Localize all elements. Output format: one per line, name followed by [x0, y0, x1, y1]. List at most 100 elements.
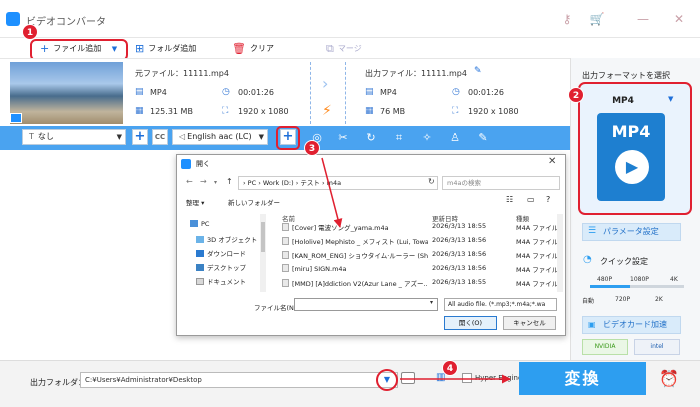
tree-item-pc[interactable]: PC: [190, 220, 209, 228]
dialog-close-icon[interactable]: ✕: [548, 156, 556, 167]
file-row-date: 2026/3/13 18:55: [432, 278, 487, 286]
alarm-clock-icon[interactable]: ⏰: [659, 369, 679, 388]
output-folder-dropdown[interactable]: ▼: [376, 369, 398, 391]
crop-icon[interactable]: ⌗: [392, 131, 406, 145]
video-thumbnail[interactable]: [10, 62, 123, 124]
step-badge-2: 2: [568, 87, 584, 103]
file-size-icon: ▦: [365, 106, 374, 116]
chevron-down-icon[interactable]: ▾: [430, 299, 433, 306]
minimize-button[interactable]: —: [632, 10, 654, 28]
folder-plus-icon: ⊞: [135, 42, 145, 55]
open-button[interactable]: 開く(O): [444, 316, 497, 330]
tree-item-3d-objects[interactable]: 3D オブジェクト: [196, 234, 257, 244]
file-row-name[interactable]: [MMD] [A]ddiction V2(Azur Lane _ アズー...: [282, 278, 428, 288]
parameter-settings-button[interactable]: パラメータ設定: [582, 223, 681, 241]
organize-button[interactable]: 整理 ▾: [186, 197, 204, 207]
gpu-icon: ▣: [588, 320, 596, 329]
quick-settings-label: クイック設定: [600, 257, 648, 266]
chevron-down-icon[interactable]: ▾: [214, 179, 217, 186]
audio-file-icon: [282, 279, 289, 287]
file-type-select[interactable]: All audio file. (*.mp3;*.m4a;*.wa: [444, 298, 557, 311]
play-icon: ▶: [615, 150, 649, 184]
merge-button[interactable]: ⧉ マージ: [326, 41, 362, 57]
folder-icon[interactable]: [401, 372, 415, 384]
preview-pane-icon[interactable]: ▭: [527, 195, 535, 204]
document-icon: [196, 278, 204, 285]
app-title: ビデオコンバータ: [26, 17, 106, 28]
navigation-tree: PC 3D オブジェクト ダウンロード デスクトップ ドキュメント: [180, 214, 260, 294]
up-arrow-icon[interactable]: ↑: [226, 177, 233, 186]
source-size: 125.31 MB: [150, 107, 193, 116]
quality-tick-label: 480P: [597, 276, 613, 283]
file-row-name[interactable]: [miru] SIGN.m4a: [282, 264, 428, 273]
gpu-acceleration-button[interactable]: ビデオカード加速: [582, 316, 681, 334]
tree-item-documents[interactable]: ドキュメント: [196, 276, 246, 286]
file-row-name[interactable]: [Cover] 電波ソング_yama.m4a: [282, 222, 428, 232]
file-row-type: M4A ファイル: [516, 266, 559, 274]
view-options-icon[interactable]: ☷: [506, 195, 513, 204]
quality-tick-label: 自動: [582, 298, 595, 305]
back-arrow-icon[interactable]: ←: [186, 177, 193, 186]
plus-icon: +: [40, 42, 50, 55]
tree-item-downloads[interactable]: ダウンロード: [196, 248, 246, 258]
output-format: MP4: [380, 88, 397, 97]
quick-settings-icon: ◔: [583, 254, 592, 265]
magic-wand-icon[interactable]: ✧: [420, 131, 434, 145]
audio-track-select[interactable]: ◁ English aac (LC) ▼: [172, 129, 268, 145]
file-row-date: 2026/3/13 18:56: [432, 264, 487, 272]
add-subtitle-button[interactable]: +: [132, 129, 148, 145]
file-row-date: 2026/3/13 18:56: [432, 250, 487, 258]
refresh-icon[interactable]: ↻: [428, 177, 435, 186]
chevron-down-icon[interactable]: ▼: [112, 45, 117, 53]
watermark-icon[interactable]: ♙: [448, 131, 462, 145]
format-icon: ▤: [135, 87, 144, 97]
output-file-name: 出力ファイル：11111.mp4: [365, 69, 467, 78]
help-icon[interactable]: ?: [546, 195, 550, 204]
text-icon: T: [29, 132, 34, 141]
file-list-scrollbar[interactable]: [557, 214, 563, 292]
thumbnail-badge-icon: [10, 113, 22, 123]
scissors-icon[interactable]: ✂: [336, 131, 350, 145]
step-badge-1: 1: [22, 24, 38, 40]
file-row-name[interactable]: [KAN_ROM_ENG] ショウタイム·ルーラー (Sh...: [282, 250, 428, 260]
subtitle-select[interactable]: T なし ▼: [22, 129, 126, 145]
tree-item-desktop[interactable]: デスクトップ: [196, 262, 246, 272]
file-row-date: 2026/3/13 18:56: [432, 236, 487, 244]
key-icon[interactable]: ⚷: [556, 10, 578, 28]
intel-badge[interactable]: intel: [634, 339, 680, 355]
forward-arrow-icon[interactable]: →: [200, 177, 207, 186]
dialog-title: 開く: [196, 160, 210, 168]
hyper-engine-checkbox[interactable]: [462, 373, 472, 383]
clear-button[interactable]: 🗑 クリア: [232, 41, 274, 57]
close-button[interactable]: ✕: [668, 10, 690, 28]
filename-input[interactable]: [294, 298, 438, 311]
cc-button[interactable]: CC: [152, 129, 168, 145]
file-size-icon: ▦: [135, 106, 144, 116]
output-folder-input[interactable]: C:¥Users¥Administrator¥Desktop: [80, 372, 398, 388]
address-bar[interactable]: › PC › Work (D:) › テスト › m4a: [238, 176, 438, 190]
file-row-name[interactable]: [Hololive] Mephisto _ メフィスト (Lui, Towa..…: [282, 236, 428, 246]
cart-icon[interactable]: 🛒: [586, 10, 608, 28]
app-logo-icon: [6, 12, 20, 26]
cancel-button[interactable]: キャンセル: [503, 316, 556, 330]
format-icon: ▤: [365, 87, 374, 97]
add-file-button[interactable]: + ファイル追加 ▼: [40, 41, 117, 57]
tree-scrollbar-thumb[interactable]: [261, 222, 265, 252]
trash-icon: 🗑: [232, 42, 246, 55]
resolution-icon: ⛶: [452, 106, 459, 116]
lightning-icon: ⚡: [322, 103, 332, 119]
pencil-icon[interactable]: ✎: [476, 131, 490, 145]
add-folder-button[interactable]: ⊞ フォルダ追加: [135, 41, 196, 57]
new-folder-button[interactable]: 新しいフォルダー: [228, 197, 280, 207]
rotate-icon[interactable]: ↻: [364, 131, 378, 145]
edit-pencil-icon[interactable]: ✎: [474, 66, 482, 76]
nvidia-badge[interactable]: NVIDIA: [582, 339, 628, 355]
merge-icon: ⧉: [326, 42, 334, 55]
chevron-down-icon: ▼: [258, 133, 264, 141]
quality-slider-fill: [590, 285, 630, 288]
convert-button[interactable]: 変換: [519, 362, 646, 395]
chevron-down-icon[interactable]: ▼: [668, 95, 673, 103]
search-input[interactable]: m4aの検索: [442, 176, 560, 190]
clock-icon: ◷: [222, 87, 230, 97]
format-badge-label: MP4: [611, 122, 651, 141]
